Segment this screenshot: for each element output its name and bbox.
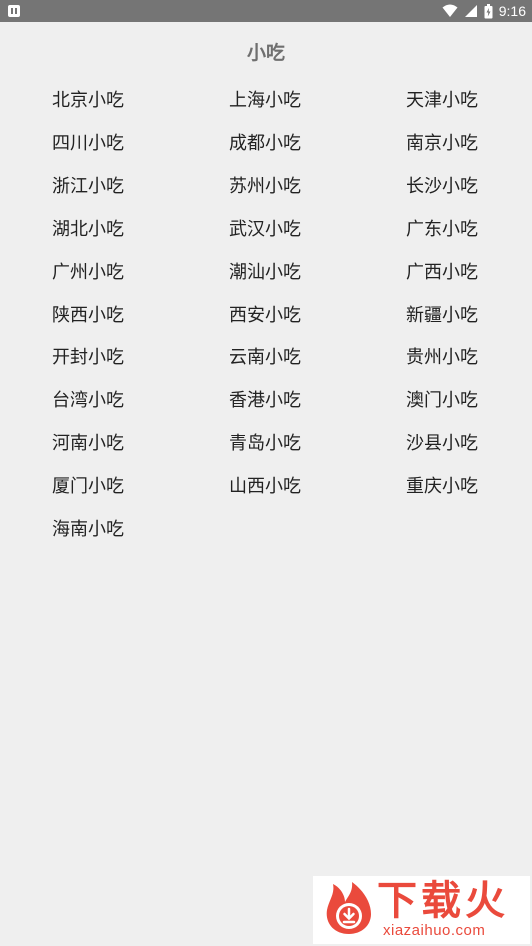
category-item[interactable]: 广东小吃 <box>406 219 478 241</box>
category-item[interactable]: 香港小吃 <box>229 390 301 412</box>
category-item[interactable]: 广州小吃 <box>52 262 124 284</box>
category-item[interactable]: 开封小吃 <box>52 347 124 369</box>
app-notification-icon <box>8 5 20 17</box>
category-item[interactable]: 云南小吃 <box>229 347 301 369</box>
category-item[interactable]: 重庆小吃 <box>406 476 478 498</box>
category-item[interactable]: 台湾小吃 <box>52 390 124 412</box>
category-item[interactable]: 西安小吃 <box>229 305 301 327</box>
category-item[interactable]: 山西小吃 <box>229 476 301 498</box>
category-item[interactable]: 成都小吃 <box>229 133 301 155</box>
category-item[interactable]: 潮汕小吃 <box>229 262 301 284</box>
flame-logo-icon <box>326 882 371 934</box>
category-item[interactable]: 厦门小吃 <box>52 476 124 498</box>
category-item[interactable]: 武汉小吃 <box>229 219 301 241</box>
category-item[interactable]: 上海小吃 <box>229 90 301 112</box>
category-item[interactable]: 北京小吃 <box>52 90 124 112</box>
battery-icon <box>484 3 493 19</box>
category-item[interactable]: 河南小吃 <box>52 433 124 455</box>
category-item[interactable]: 广西小吃 <box>406 262 478 284</box>
category-item[interactable]: 浙江小吃 <box>52 176 124 198</box>
category-item[interactable]: 青岛小吃 <box>229 433 301 455</box>
category-item[interactable]: 天津小吃 <box>406 90 478 112</box>
category-item[interactable]: 新疆小吃 <box>406 305 478 327</box>
status-bar: 9:16 <box>0 0 532 22</box>
category-item[interactable]: 贵州小吃 <box>406 347 478 369</box>
watermark: 下载火 xiazaihuo.com <box>313 876 530 944</box>
status-time: 9:16 <box>498 3 526 19</box>
page-title: 小吃 <box>246 42 285 64</box>
status-icons: 9:16 <box>442 0 526 22</box>
wifi-icon <box>442 4 458 18</box>
category-item[interactable]: 四川小吃 <box>52 133 124 155</box>
watermark-url: xiazaihuo.com <box>383 922 486 939</box>
category-item[interactable]: 澳门小吃 <box>406 390 478 412</box>
category-item[interactable]: 沙县小吃 <box>406 433 478 455</box>
category-item[interactable]: 长沙小吃 <box>406 176 478 198</box>
category-item[interactable]: 南京小吃 <box>406 133 478 155</box>
category-item[interactable]: 陕西小吃 <box>52 305 124 327</box>
category-item[interactable]: 海南小吃 <box>52 519 124 541</box>
category-item[interactable]: 湖北小吃 <box>52 219 124 241</box>
signal-icon <box>464 4 478 18</box>
watermark-brand: 下载火 <box>377 878 509 924</box>
category-item[interactable]: 苏州小吃 <box>229 176 301 198</box>
